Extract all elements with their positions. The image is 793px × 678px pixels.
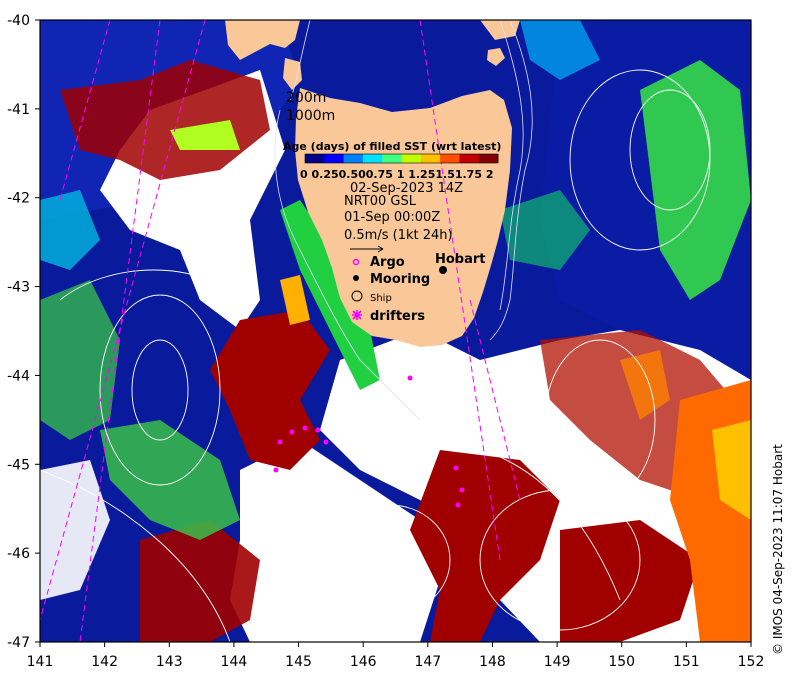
- x-tick-label: 149: [544, 654, 571, 670]
- colorbar-swatch: [343, 154, 364, 163]
- x-tick-label: 143: [156, 654, 183, 670]
- x-tick-label: 151: [673, 654, 700, 670]
- x-tick-label: 150: [608, 654, 635, 670]
- colorbar-ticks: 0 0.250.500.75 1 1.251.51.75 2: [300, 168, 493, 181]
- colorbar-swatch: [324, 154, 345, 163]
- colorbar-swatch: [440, 154, 460, 163]
- x-tick-label: 147: [414, 654, 441, 670]
- y-tick-label: -44: [7, 368, 30, 384]
- argo-label: Argo: [370, 255, 405, 270]
- credit-text: © IMOS 04-Sep-2023 11:07 Hobart: [771, 444, 785, 655]
- x-tick-label: 152: [738, 654, 765, 670]
- colorbar-swatch: [420, 154, 441, 163]
- x-tick-label: 142: [91, 654, 118, 670]
- hobart-mooring-marker: [439, 266, 447, 274]
- mooring-label: Mooring: [370, 272, 430, 287]
- current-date: 01-Sep 00:00Z: [344, 210, 440, 225]
- colorbar-swatch: [459, 154, 480, 163]
- vector-scale: 0.5m/s (1kt 24h): [344, 228, 453, 243]
- x-tick-label: 145: [285, 654, 312, 670]
- colorbar-swatch: [305, 154, 325, 163]
- x-tick-label: 146: [350, 654, 377, 670]
- colorbar-swatch: [478, 154, 499, 163]
- y-tick-label: -45: [7, 457, 30, 473]
- colorbar-swatch: [401, 154, 422, 163]
- colorbar-swatch: [382, 154, 402, 163]
- colorbar-title: Age (days) of filled SST (wrt latest): [283, 140, 501, 153]
- y-tick-label: -46: [7, 546, 30, 562]
- x-axis: 141 142 143 144 145 146 147 148 149 150 151 152: [27, 642, 765, 670]
- colorbar: [304, 153, 499, 164]
- depth-200-label: 200m: [286, 90, 326, 106]
- hobart-label: Hobart: [435, 252, 486, 267]
- map-layers: [40, 20, 751, 642]
- x-tick-label: 144: [221, 654, 248, 670]
- y-tick-label: -43: [7, 280, 30, 296]
- y-tick-label: -40: [7, 13, 30, 29]
- x-tick-label: 141: [27, 654, 54, 670]
- colorbar-swatch: [362, 154, 383, 163]
- sst-map: 141 142 143 144 145 146 147 148 149 150 151 152 -40…: [7, 13, 765, 670]
- y-tick-label: -41: [7, 102, 30, 118]
- ship-label: Ship: [370, 293, 392, 304]
- drifters-label: drifters: [370, 309, 425, 324]
- y-tick-label: -42: [7, 191, 30, 207]
- mooring-icon: [353, 275, 359, 281]
- current-source: NRT00 GSL: [344, 194, 417, 209]
- drifter-icon: [352, 310, 362, 320]
- depth-1000-label: 1000m: [286, 108, 335, 124]
- y-axis: -40 -41 -42 -43 -44 -45 -46 -47: [7, 13, 40, 651]
- y-tick-label: -47: [7, 635, 30, 651]
- x-tick-label: 148: [479, 654, 506, 670]
